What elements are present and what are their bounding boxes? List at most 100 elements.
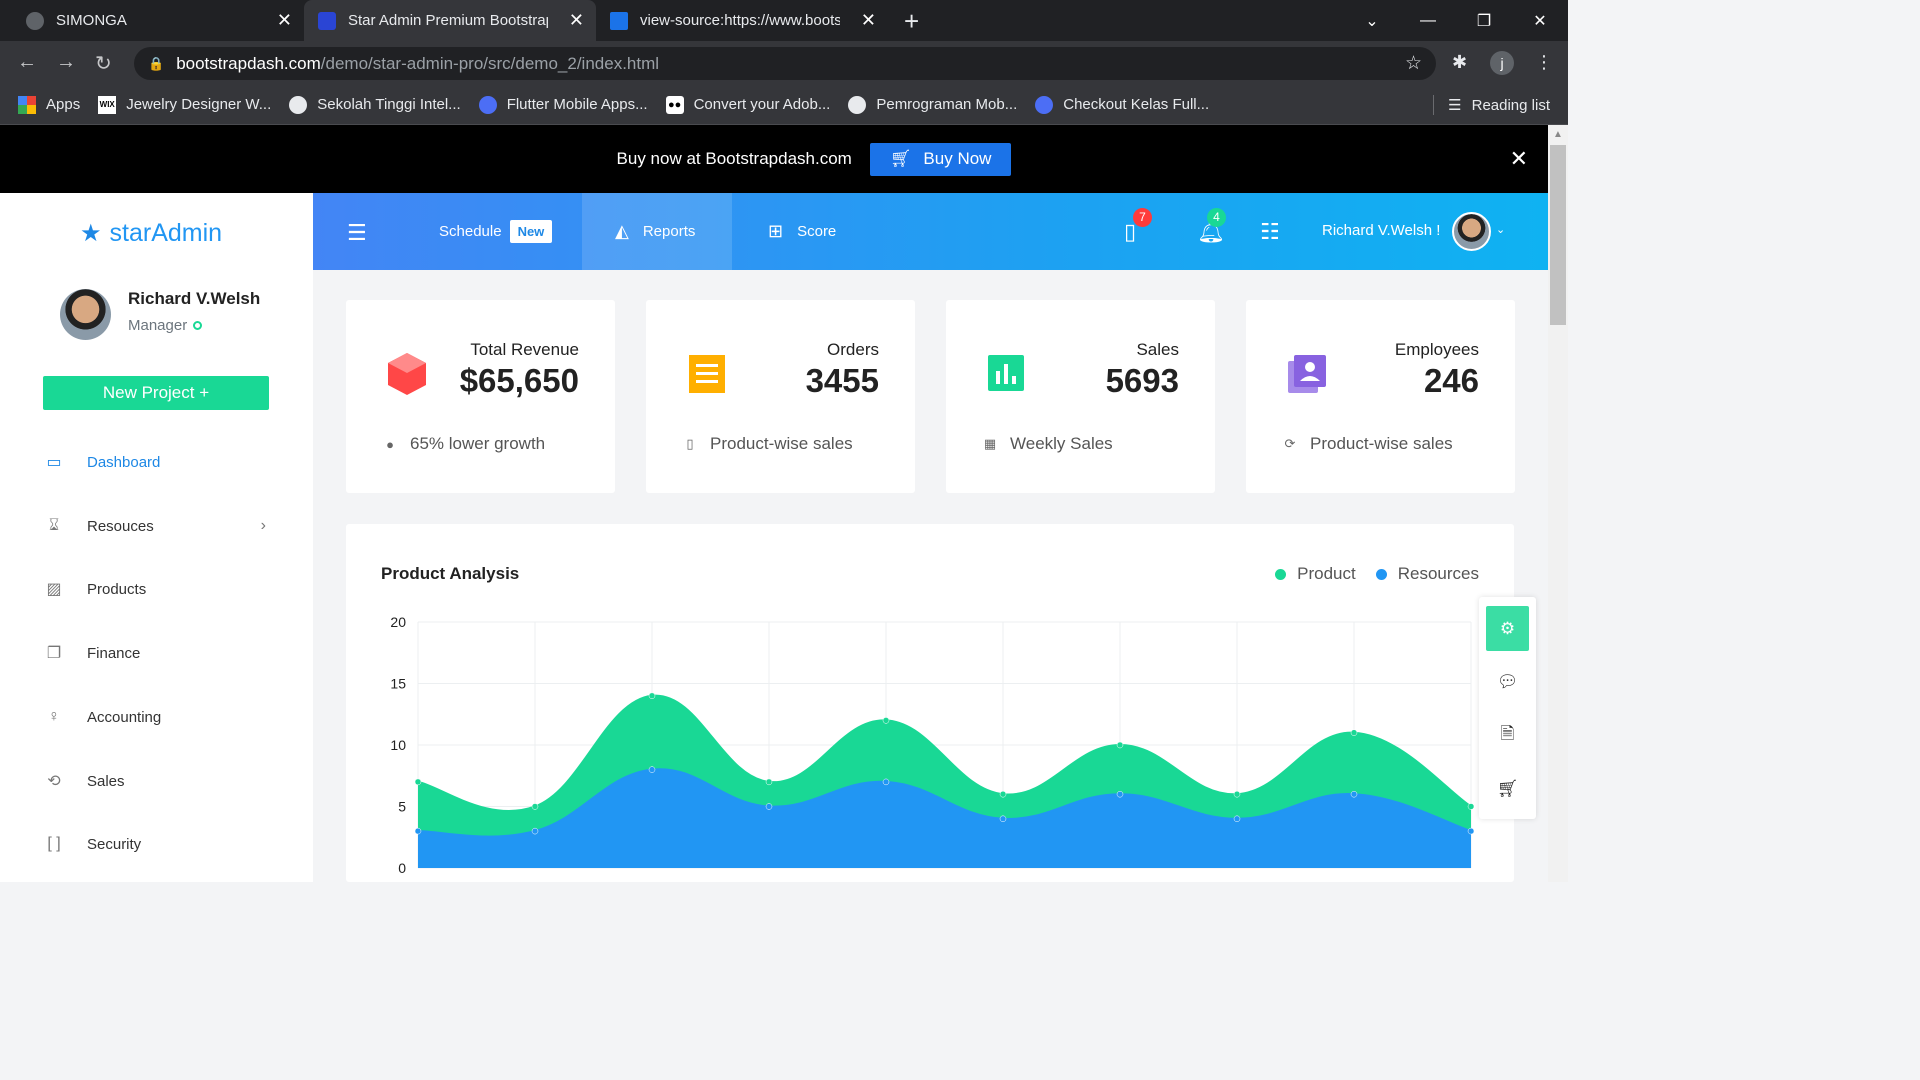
receipt-icon: [689, 355, 725, 393]
scrollbar-thumb[interactable]: [1550, 145, 1566, 325]
bookmark-label: Sekolah Tinggi Intel...: [317, 96, 461, 113]
extensions-icon[interactable]: ✱: [1452, 52, 1467, 73]
nav-score[interactable]: ⊞ Score: [768, 193, 836, 270]
legend-product[interactable]: Product: [1275, 564, 1356, 584]
data-point-resources: [1116, 790, 1124, 798]
card-footer-text: Product-wise sales: [710, 434, 853, 453]
bookmark-apps[interactable]: Apps: [18, 95, 80, 114]
sidebar-item-accounting[interactable]: ♀ Accounting: [44, 707, 274, 727]
menu-dots-icon[interactable]: ⋮: [1535, 52, 1553, 73]
reading-list[interactable]: ☰ Reading list: [1433, 95, 1550, 115]
sidebar-item-finance[interactable]: ❐ Finance: [44, 643, 274, 663]
bookmark-pemrograman[interactable]: Pemrograman Mob...: [848, 95, 1017, 114]
browser-tab-star-admin[interactable]: Star Admin Premium Bootstrap A ✕: [304, 0, 596, 41]
legend-resources[interactable]: Resources: [1375, 564, 1479, 584]
sidebar-item-label: Accounting: [87, 708, 162, 726]
card-footer: ⟳ Product-wise sales: [1283, 434, 1453, 454]
sidebar-item-label: Finance: [87, 644, 141, 662]
star-icon: ★: [80, 220, 102, 247]
brand-logo[interactable]: ★ star Admin: [80, 219, 222, 248]
browser-tab-simonga[interactable]: SIMONGA ✕: [12, 0, 304, 41]
reload-icon[interactable]: ↻: [95, 51, 112, 76]
data-point-product: [999, 790, 1007, 798]
bookmark-convert[interactable]: ●● Convert your Adob...: [665, 95, 831, 114]
sidebar-item-resouces[interactable]: ⌛︎ Resouces ›: [44, 516, 274, 536]
avatar[interactable]: [1452, 212, 1491, 251]
lock-icon[interactable]: 🔒: [148, 56, 164, 72]
menu-toggle-icon[interactable]: ☰: [347, 220, 367, 246]
nav-schedule[interactable]: Schedule New: [439, 193, 553, 270]
bookmark-star-icon[interactable]: ☆: [1405, 52, 1422, 75]
alert-circle-icon: ●: [386, 436, 394, 452]
calendar-icon: ▦: [983, 436, 997, 451]
sidebar-item-dashboard[interactable]: ▭ Dashboard: [44, 452, 274, 472]
bookmark-sekolah[interactable]: Sekolah Tinggi Intel...: [289, 95, 461, 114]
tab-title: view-source:https://www.bootstr: [640, 12, 840, 29]
chevron-down-icon[interactable]: ⌄: [1496, 223, 1505, 236]
tab-title: SIMONGA: [56, 12, 127, 29]
buy-now-label: Buy Now: [923, 149, 992, 168]
copy-icon: ❐: [46, 645, 62, 662]
url-input[interactable]: 🔒 bootstrapdash.com /demo/star-admin-pro…: [134, 47, 1436, 80]
sliders-icon[interactable]: ☷: [1260, 219, 1280, 245]
profile-avatar[interactable]: j: [1490, 51, 1514, 75]
chat-icon: 💬︎: [1496, 671, 1519, 691]
data-point-product: [531, 803, 539, 810]
stat-card-orders: Orders 3455 ▯ Product-wise sales: [646, 300, 915, 493]
stripes-icon: ▨: [46, 581, 62, 598]
restore-icon[interactable]: ❐: [1456, 11, 1512, 31]
cart-button[interactable]: 🛒︎: [1486, 766, 1529, 811]
sidebar-item-sales[interactable]: ⟲ Sales: [44, 771, 274, 791]
top-navbar: ☰ Schedule New ◭ Reports ⊞ Score ▯ 7 🔔︎ …: [313, 193, 1548, 270]
new-project-button[interactable]: New Project +: [43, 376, 269, 410]
card-footer: ▯ Product-wise sales: [683, 434, 853, 454]
document-button[interactable]: 🗎: [1486, 713, 1529, 758]
new-tab-icon[interactable]: +: [904, 6, 919, 37]
bookmark-flutter[interactable]: Flutter Mobile Apps...: [478, 95, 648, 114]
card-footer: ● 65% lower growth: [383, 434, 545, 454]
data-point-resources: [1467, 827, 1475, 835]
divider: [1433, 95, 1435, 115]
close-icon[interactable]: ✕: [569, 10, 584, 31]
window-controls: ⌄ — ❐ ✕: [1344, 0, 1568, 41]
minimize-icon[interactable]: —: [1400, 12, 1456, 30]
data-point-resources: [1350, 790, 1358, 798]
bookmark-jewelry[interactable]: WIX Jewelry Designer W...: [98, 95, 271, 114]
nav-user-name[interactable]: Richard V.Welsh !: [1322, 222, 1440, 239]
card-footer-text: Product-wise sales: [1310, 434, 1453, 453]
sidebar-item-security[interactable]: [ ] Security: [44, 834, 274, 854]
tab-title: Star Admin Premium Bootstrap A: [348, 12, 548, 29]
chart-area-icon: ◭: [615, 221, 629, 241]
settings-button[interactable]: ⚙: [1486, 606, 1529, 651]
data-point-resources: [531, 827, 539, 835]
sidebar-item-label: Products: [87, 580, 147, 598]
buy-now-button[interactable]: 🛒︎ Buy Now: [869, 142, 1012, 176]
sidebar-item-products[interactable]: ▨ Products: [44, 579, 274, 599]
reading-list-label: Reading list: [1471, 96, 1550, 114]
data-point-product: [1233, 790, 1241, 798]
close-icon[interactable]: ✕: [1510, 146, 1528, 172]
profile-name: Richard V.Welsh: [128, 289, 261, 308]
nav-reports[interactable]: ◭ Reports: [582, 193, 732, 270]
forward-icon[interactable]: →: [56, 51, 76, 74]
scroll-up-icon[interactable]: ▲: [1553, 129, 1563, 140]
bookmark-plus-icon: ⊞: [768, 221, 784, 241]
avatar[interactable]: [60, 289, 111, 340]
brackets-icon: [ ]: [47, 835, 61, 852]
y-tick-label: 15: [390, 676, 406, 692]
bookmark-label: Convert your Adob...: [693, 96, 831, 113]
data-point-resources: [765, 803, 773, 810]
data-point-product: [648, 692, 656, 700]
close-window-icon[interactable]: ✕: [1512, 11, 1568, 31]
tab-search-icon[interactable]: ⌄: [1344, 11, 1400, 31]
bookmark-icon: ▯: [686, 436, 694, 451]
chat-button[interactable]: 💬︎: [1486, 659, 1529, 704]
back-icon[interactable]: ←: [17, 51, 37, 74]
new-badge: New: [509, 220, 553, 243]
browser-tab-view-source[interactable]: view-source:https://www.bootstr ✕: [596, 0, 888, 41]
bookmark-label: Checkout Kelas Full...: [1063, 96, 1210, 113]
close-icon[interactable]: ✕: [861, 10, 876, 31]
bookmark-checkout[interactable]: Checkout Kelas Full...: [1035, 95, 1210, 114]
page-scrollbar[interactable]: ▲: [1548, 125, 1568, 882]
close-icon[interactable]: ✕: [277, 10, 292, 31]
